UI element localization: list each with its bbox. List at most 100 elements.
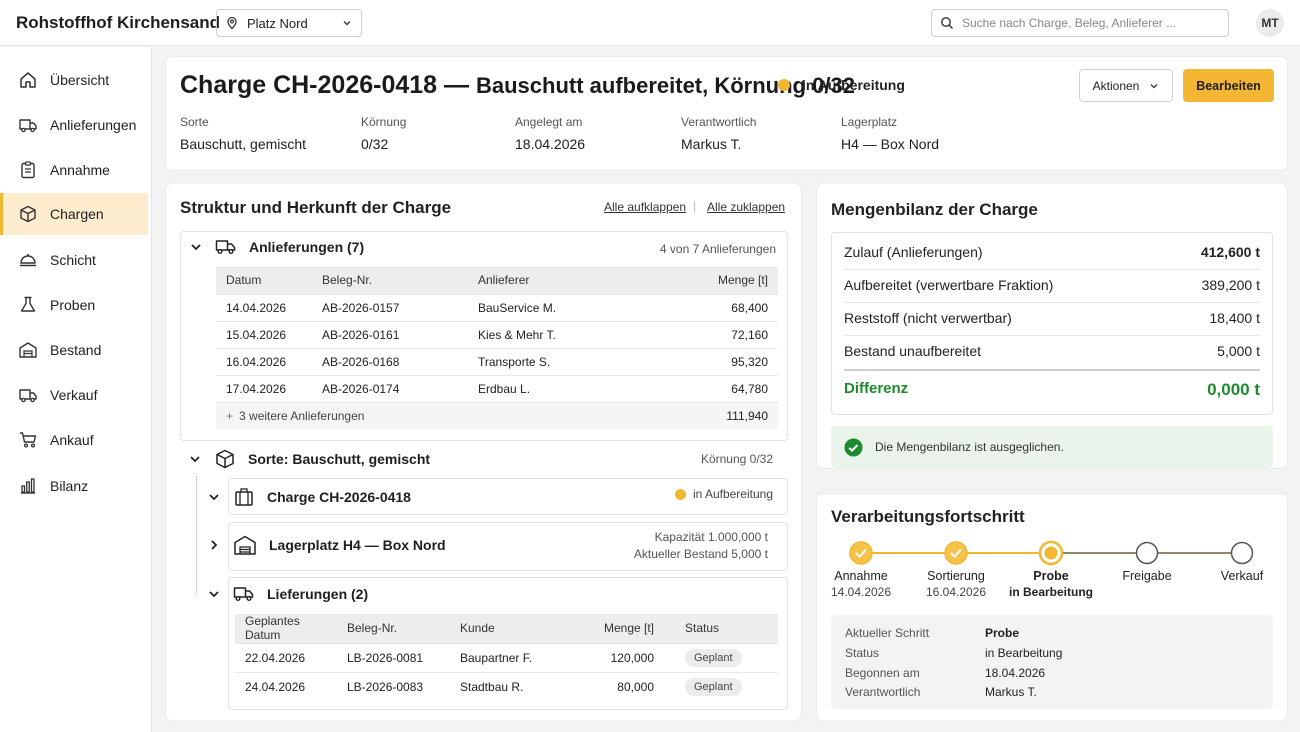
status-dot [778, 79, 790, 91]
cell-doc: LB-2026-0081 [337, 642, 450, 672]
cart-icon [18, 430, 38, 450]
col-doc: Beleg-Nr. [337, 614, 450, 643]
truck-icon [18, 385, 38, 405]
status-dot [674, 488, 686, 500]
balance-value: 412,600 t [1200, 244, 1260, 260]
user-avatar[interactable]: MT [1256, 9, 1284, 37]
sidebar-item-chargen[interactable]: Chargen [0, 193, 148, 235]
deliveries-table: Datum Beleg-Nr. Anlieferer Menge [t] 14.… [216, 267, 778, 429]
sidebar-item-verkauf[interactable]: Verkauf [0, 374, 148, 416]
sort-title: Sorte: Bauschutt, gemischt [248, 451, 431, 467]
table-row[interactable]: 24.04.2026 LB-2026-0083 Stadtbau R. 80,000 G… [235, 671, 778, 701]
cell-customer: Stadtbau R. [450, 671, 560, 701]
meta-value: 18.04.2026 [515, 136, 586, 152]
storage-stock: Aktueller Bestand 5,000 t [633, 547, 768, 561]
table-row[interactable]: 16.04.2026 AB-2026-0168 Transporte S. 95,32… [216, 347, 778, 375]
cell-doc: AB-2026-0174 [312, 374, 468, 402]
meta-koernung: Körnung 0/32 [361, 115, 406, 152]
balance-value: 18,400 t [1209, 310, 1260, 326]
clipboard-icon [18, 160, 38, 180]
charge-header-card: Charge CH-2026-0418 — Bauschutt aufberei… [166, 57, 1287, 170]
chevron-down-icon[interactable] [189, 240, 203, 254]
col-planned-date: Geplantes Datum [235, 614, 337, 643]
sidebar-item-ankauf[interactable]: Ankauf [0, 419, 148, 461]
balance-row: Aufbereitet (verwertbare Fraktion) 389,20… [844, 277, 1260, 293]
table-row[interactable]: 22.04.2026 LB-2026-0081 Baupartner F. 120,0… [235, 642, 778, 672]
chevron-right-icon[interactable] [207, 538, 221, 552]
search-input[interactable] [962, 16, 1212, 30]
cell-supplier: Erdbau L. [468, 374, 678, 402]
shipments-title: Lieferungen (2) [267, 586, 369, 602]
table-row[interactable]: 15.04.2026 AB-2026-0161 Kies & Mehr T. 72,1… [216, 320, 778, 348]
cell-doc: AB-2026-0157 [312, 293, 468, 321]
section-title: Verarbeitungsfortschritt [831, 507, 1025, 526]
warehouse-icon [233, 534, 257, 556]
sidebar-item-label: Ankauf [50, 432, 94, 448]
meta-value: H4 — Box Nord [841, 136, 940, 152]
actions-button[interactable]: Aktionen [1079, 69, 1173, 102]
charge-row[interactable]: Charge CH-2026-0418 [207, 486, 411, 508]
step-verkauf[interactable]: Verkauf [1192, 569, 1292, 583]
balance-value: 389,200 t [1201, 277, 1260, 293]
expand-all-link[interactable]: Alle aufklappen [604, 200, 686, 214]
step-probe[interactable]: Probe in Bearbeitung [1001, 569, 1101, 599]
divider [844, 369, 1260, 371]
collapse-all-link[interactable]: Alle zuklappen [707, 200, 785, 214]
sidebar-item-label: Bestand [50, 342, 102, 358]
top-bar: Rohstoffhof Kirchensand Platz Nord MT [0, 0, 1300, 46]
col-qty: Menge [t] [560, 614, 664, 643]
table-row[interactable]: 17.04.2026 AB-2026-0174 Erdbau L. 64,780 [216, 374, 778, 402]
chevron-down-icon[interactable] [207, 490, 221, 504]
step-date: 14.04.2026 [830, 585, 892, 599]
sidebar-item-uebersicht[interactable]: Übersicht [0, 59, 148, 101]
sidebar-item-bilanz[interactable]: Bilanz [0, 465, 148, 507]
edit-button[interactable]: Bearbeiten [1183, 69, 1274, 102]
shipments-row[interactable]: Lieferungen (2) [207, 585, 368, 603]
location-select[interactable]: Platz Nord [216, 9, 362, 37]
col-date: Datum [216, 267, 312, 294]
plus-icon: + [226, 408, 234, 423]
step-probe-marker [1038, 540, 1064, 566]
step-annahme[interactable]: Annahme 14.04.2026 [811, 569, 911, 599]
step-name: Probe [1033, 569, 1069, 583]
charge-status: in Aufbereitung [674, 487, 773, 501]
sidebar-item-bestand[interactable]: Bestand [0, 329, 148, 371]
truck-icon [233, 585, 255, 603]
sidebar-item-label: Proben [50, 297, 96, 313]
more-deliveries-row[interactable]: +3 weitere Anlieferungen 111,940 [216, 401, 778, 429]
col-qty: Menge [t] [678, 267, 778, 294]
table-row[interactable]: 14.04.2026 AB-2026-0157 BauService M. 68,40… [216, 293, 778, 321]
step-name: Annahme [834, 569, 888, 583]
storage-row[interactable]: Lagerplatz H4 — Box Nord [207, 534, 446, 556]
deliveries-header[interactable]: Anlieferungen (7) [189, 238, 364, 256]
page-title: Charge CH-2026-0418 — Bauschutt aufberei… [180, 71, 855, 100]
col-customer: Kunde [450, 614, 560, 643]
title-separator: — [444, 71, 470, 99]
sidebar-item-annahme[interactable]: Annahme [0, 149, 148, 191]
charge-status-text: in Aufbereitung [692, 487, 773, 501]
diff-label: Differenz [844, 380, 909, 397]
chevron-down-icon[interactable] [188, 452, 202, 466]
chevron-down-icon[interactable] [207, 587, 221, 601]
step-verkauf-marker [1230, 541, 1254, 565]
sidebar-item-schicht[interactable]: Schicht [0, 239, 148, 281]
map-pin-icon [225, 16, 239, 30]
link-separator: | [693, 199, 697, 213]
warehouse-icon [18, 340, 38, 360]
sort-row[interactable]: Sorte: Bauschutt, gemischt [188, 448, 430, 470]
step-annahme-marker [849, 541, 873, 565]
search-box [931, 9, 1229, 37]
bar-chart-icon [18, 476, 38, 496]
sidebar-item-anlieferungen[interactable]: Anlieferungen [0, 104, 148, 146]
step-name: Verkauf [1220, 569, 1264, 583]
detail-value: Markus T. [985, 685, 1037, 699]
diff-value: 0,000 t [1207, 380, 1260, 399]
cell-date: 22.04.2026 [235, 642, 337, 672]
step-freigabe[interactable]: Freigabe [1097, 569, 1197, 583]
sidebar-item-proben[interactable]: Proben [0, 284, 148, 326]
step-sortierung-marker [944, 541, 968, 565]
meta-label: Sorte [180, 115, 209, 129]
status-text: in Aufbereitung [802, 77, 905, 93]
charge-code: Charge CH-2026-0418 [180, 71, 438, 99]
step-sortierung[interactable]: Sortierung 16.04.2026 [906, 569, 1006, 599]
